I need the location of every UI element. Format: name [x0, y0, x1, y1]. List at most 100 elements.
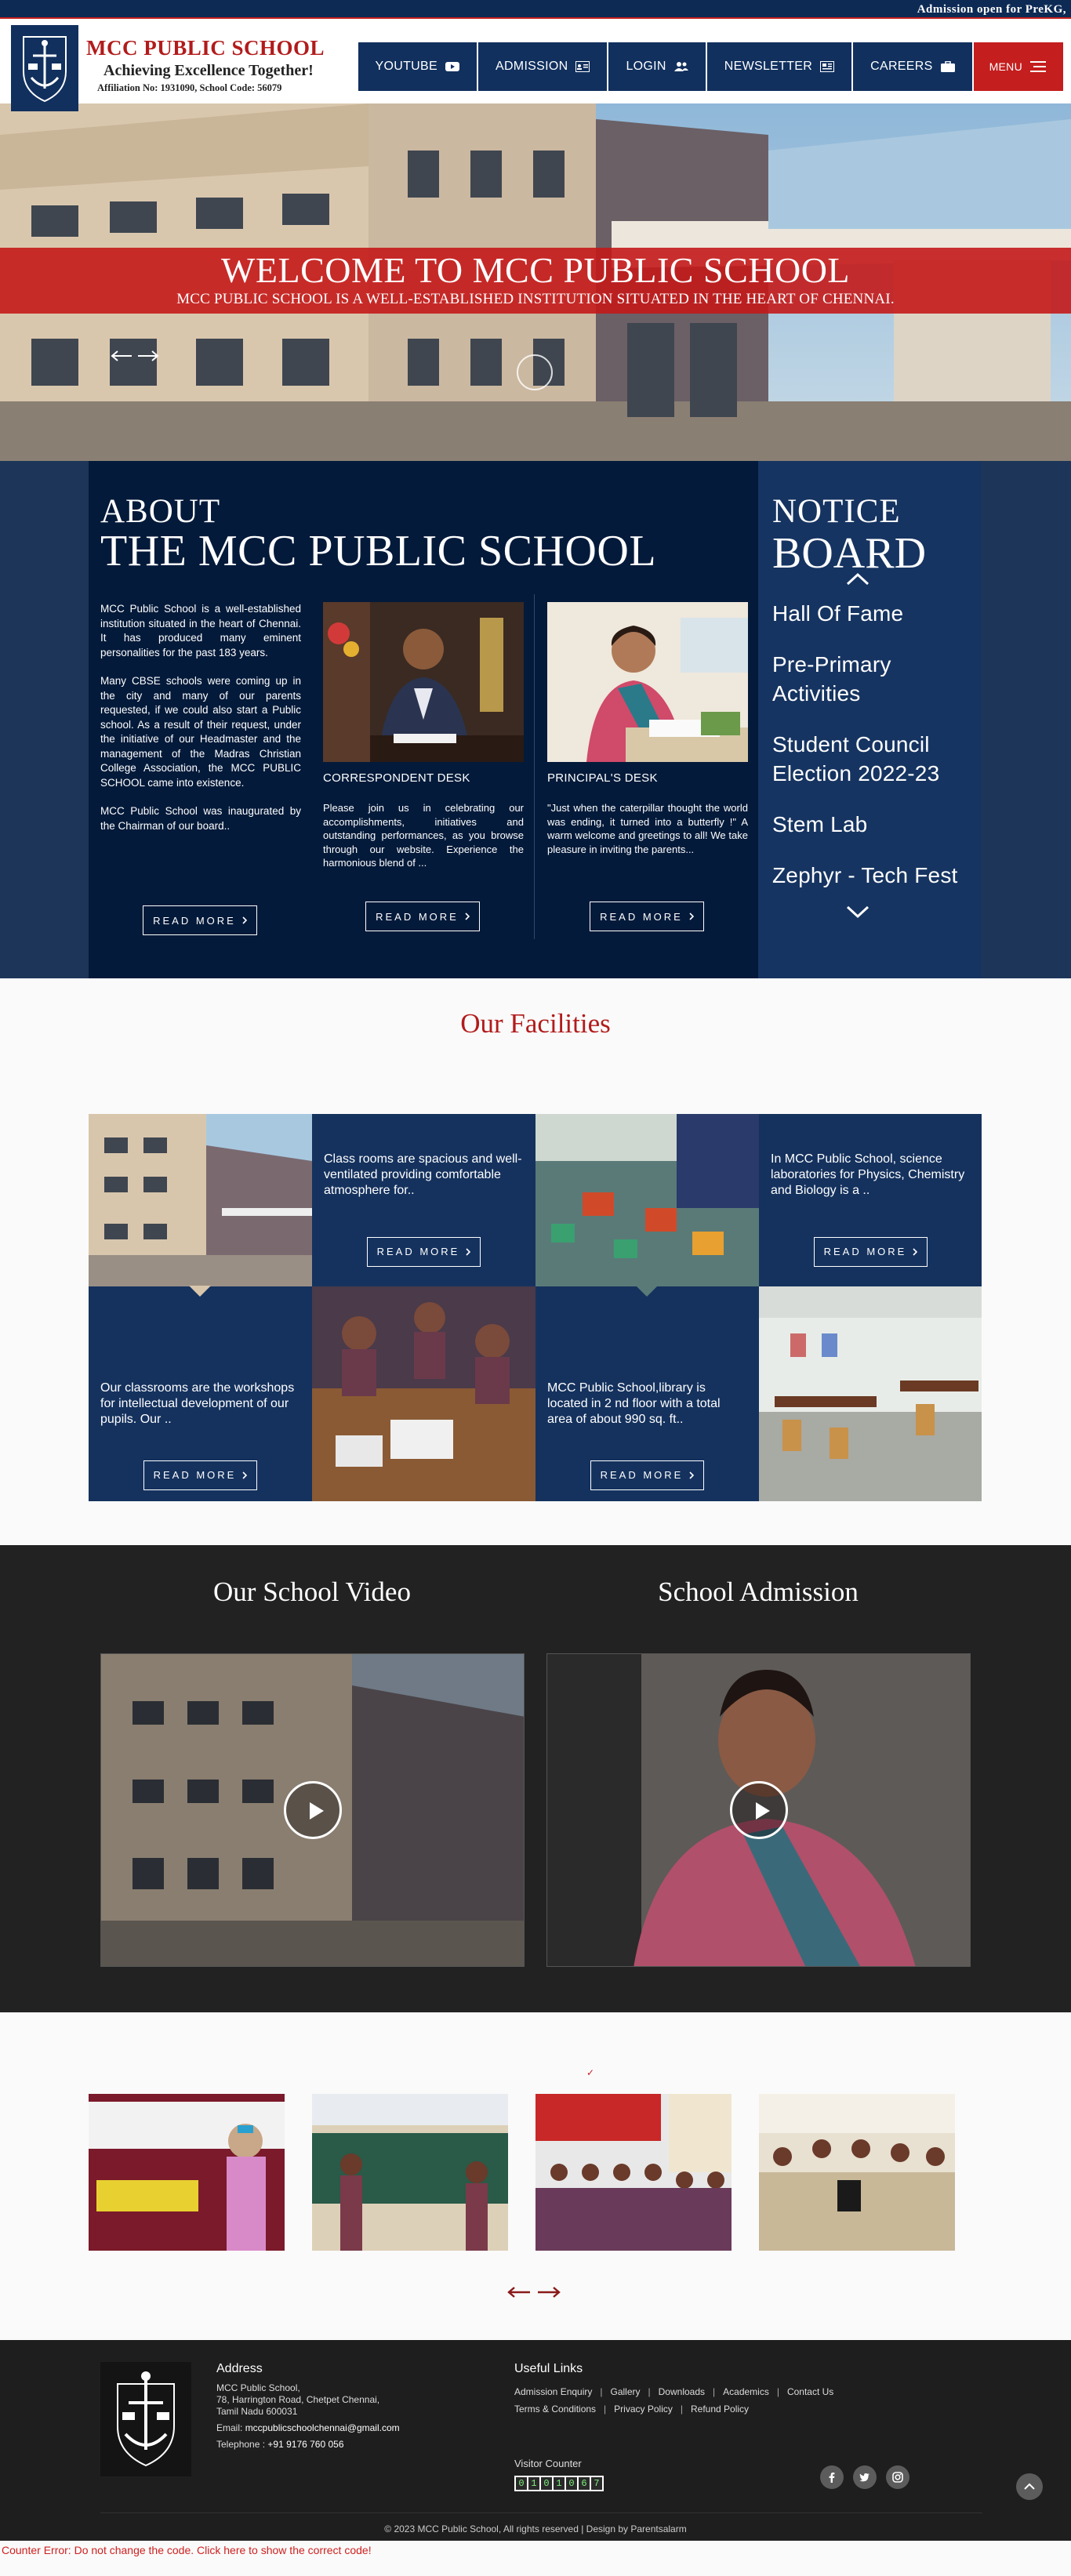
link-privacy-policy[interactable]: Privacy Policy	[614, 2404, 673, 2415]
notice-item[interactable]: Pre-Primary Activities	[772, 650, 968, 708]
link-terms[interactable]: Terms & Conditions	[514, 2404, 596, 2415]
phone-link[interactable]: +91 9176 760 056	[267, 2439, 343, 2450]
school-admission-title: School Admission	[658, 1576, 859, 1607]
footer-address: Address MCC Public School, 78, Harringto…	[216, 2362, 467, 2451]
gallery-prev-arrow-icon[interactable]	[506, 2287, 532, 2298]
gallery-next-arrow-icon[interactable]	[536, 2287, 561, 2298]
gallery-image[interactable]	[312, 2094, 508, 2251]
address-line: Tamil Nadu 600031	[216, 2406, 298, 2417]
visitor-counter: 0101067	[514, 2476, 604, 2491]
principal-read-more-button[interactable]: READ MORE	[590, 902, 704, 931]
card-notch	[189, 1286, 211, 1297]
school-logo[interactable]	[11, 25, 78, 111]
facility-workshop-read-more[interactable]: READ MORE	[143, 1460, 257, 1490]
link-admission-enquiry[interactable]: Admission Enquiry	[514, 2386, 592, 2397]
correspondent-desk-text: Please join us in celebrating our accomp…	[323, 802, 524, 869]
correspondent-read-more-button[interactable]: READ MORE	[365, 902, 480, 931]
facebook-icon[interactable]	[820, 2465, 844, 2489]
email-label: Email:	[216, 2422, 243, 2433]
notice-item[interactable]: Student Council Election 2022-23	[772, 730, 968, 788]
counter-digit: 7	[591, 2477, 602, 2490]
nav-newsletter[interactable]: NEWSLETTER	[706, 42, 854, 91]
hamburger-icon	[1030, 61, 1046, 72]
about-paragraph: MCC Public School is a well-established …	[100, 603, 301, 659]
email-link[interactable]: mccpublicschoolchennai@gmail.com	[245, 2422, 400, 2433]
admission-video-player[interactable]	[546, 1653, 971, 1967]
nav-youtube[interactable]: YOUTUBE	[358, 42, 478, 91]
scroll-to-top-button[interactable]	[1016, 2473, 1043, 2500]
card-notch	[636, 1286, 658, 1297]
school-crest-icon	[23, 36, 67, 103]
nav-youtube-label: YOUTUBE	[375, 60, 437, 73]
read-more-label: READ MORE	[376, 910, 459, 923]
slider-prev-arrow-icon[interactable]	[110, 350, 133, 361]
counter-digit: 1	[554, 2477, 565, 2490]
chevron-up-icon[interactable]	[846, 571, 870, 586]
nav-careers-label: CAREERS	[870, 60, 933, 73]
counter-digit: 1	[528, 2477, 539, 2490]
nav-login-label: LOGIN	[626, 60, 666, 73]
play-icon[interactable]	[283, 1781, 342, 1839]
about-section: ABOUT THE MCC PUBLIC SCHOOL MCC Public S…	[0, 461, 1071, 978]
hero-caption: WELCOME TO MCC PUBLIC SCHOOL MCC PUBLIC …	[0, 248, 1071, 314]
link-downloads[interactable]: Downloads	[659, 2386, 705, 2397]
link-academics[interactable]: Academics	[723, 2386, 769, 2397]
principal-photo	[547, 602, 748, 762]
principal-desk-text: "Just when the caterpillar thought the w…	[547, 802, 748, 855]
hero-slider-arrows	[110, 350, 160, 361]
ticker-text: Admission open for PreKG,	[917, 3, 1066, 16]
about-heading-small: ABOUT	[100, 493, 221, 530]
about-read-more-button[interactable]: READ MORE	[143, 905, 257, 935]
chevron-right-icon	[242, 1471, 248, 1479]
about-paragraph: MCC Public School was inaugurated by the…	[100, 805, 301, 832]
play-icon[interactable]	[729, 1781, 788, 1839]
twitter-icon[interactable]	[853, 2465, 877, 2489]
facility-building-image	[89, 1114, 312, 1286]
notice-item[interactable]: Hall Of Fame	[772, 599, 968, 628]
notice-item[interactable]: Zephyr - Tech Fest	[772, 861, 968, 890]
users-icon	[673, 62, 688, 71]
instagram-icon[interactable]	[886, 2465, 909, 2489]
read-more-label: READ MORE	[600, 910, 683, 923]
facility-students-image	[312, 1286, 536, 1501]
footer-logo[interactable]	[100, 2362, 191, 2476]
footer-links-row: Admission Enquiry | Gallery | Downloads | Acad…	[514, 2386, 834, 2397]
social-links	[820, 2465, 909, 2489]
gallery-image[interactable]	[89, 2094, 285, 2251]
gallery-image[interactable]	[759, 2094, 955, 2251]
facility-labs-read-more[interactable]: READ MORE	[814, 1237, 928, 1267]
chevron-right-icon	[689, 912, 694, 920]
facilities-heading: Our Facilities	[0, 978, 1071, 1114]
school-crest-icon	[117, 2371, 175, 2467]
menu-label: MENU	[989, 60, 1022, 73]
facility-library-read-more[interactable]: READ MORE	[590, 1460, 704, 1490]
counter-digit: 0	[516, 2477, 527, 2490]
nav-admission-label: ADMISSION	[495, 60, 568, 73]
link-gallery[interactable]: Gallery	[611, 2386, 641, 2397]
notice-item[interactable]: Stem Lab	[772, 810, 968, 839]
chevron-right-icon	[242, 916, 247, 924]
link-refund-policy[interactable]: Refund Policy	[691, 2404, 749, 2415]
menu-button[interactable]: MENU	[973, 42, 1063, 91]
facilities-grid: Class rooms are spacious and well-ventil…	[89, 1114, 982, 1501]
site-footer: Address MCC Public School, 78, Harringto…	[0, 2340, 1071, 2541]
counter-digit: 6	[579, 2477, 590, 2490]
facility-classrooms-read-more[interactable]: READ MORE	[367, 1237, 481, 1267]
nav-admission[interactable]: ADMISSION	[477, 42, 609, 91]
copyright-text: © 2023 MCC Public School, All rights res…	[384, 2523, 687, 2534]
school-video-player[interactable]	[100, 1653, 525, 1967]
link-contact-us[interactable]: Contact Us	[787, 2386, 833, 2397]
gallery-image[interactable]	[536, 2094, 732, 2251]
id-card-icon	[575, 61, 590, 72]
nav-login[interactable]: LOGIN	[608, 42, 707, 91]
chevron-down-icon[interactable]	[846, 905, 870, 920]
slider-next-arrow-icon[interactable]	[136, 350, 160, 361]
photo-gallery: ✓	[0, 2012, 1071, 2340]
nav-newsletter-label: NEWSLETTER	[724, 60, 813, 73]
counter-error-message[interactable]: Counter Error: Do not change the code. C…	[0, 2541, 1071, 2560]
nav-careers[interactable]: CAREERS	[853, 42, 974, 91]
facility-classrooms-text: Class rooms are spacious and well-ventil…	[324, 1152, 522, 1197]
about-paragraph: Many CBSE schools were coming up in the …	[100, 675, 301, 789]
facility-labs-text: In MCC Public School, science laboratori…	[771, 1152, 965, 1197]
read-more-label: READ MORE	[376, 1246, 460, 1257]
